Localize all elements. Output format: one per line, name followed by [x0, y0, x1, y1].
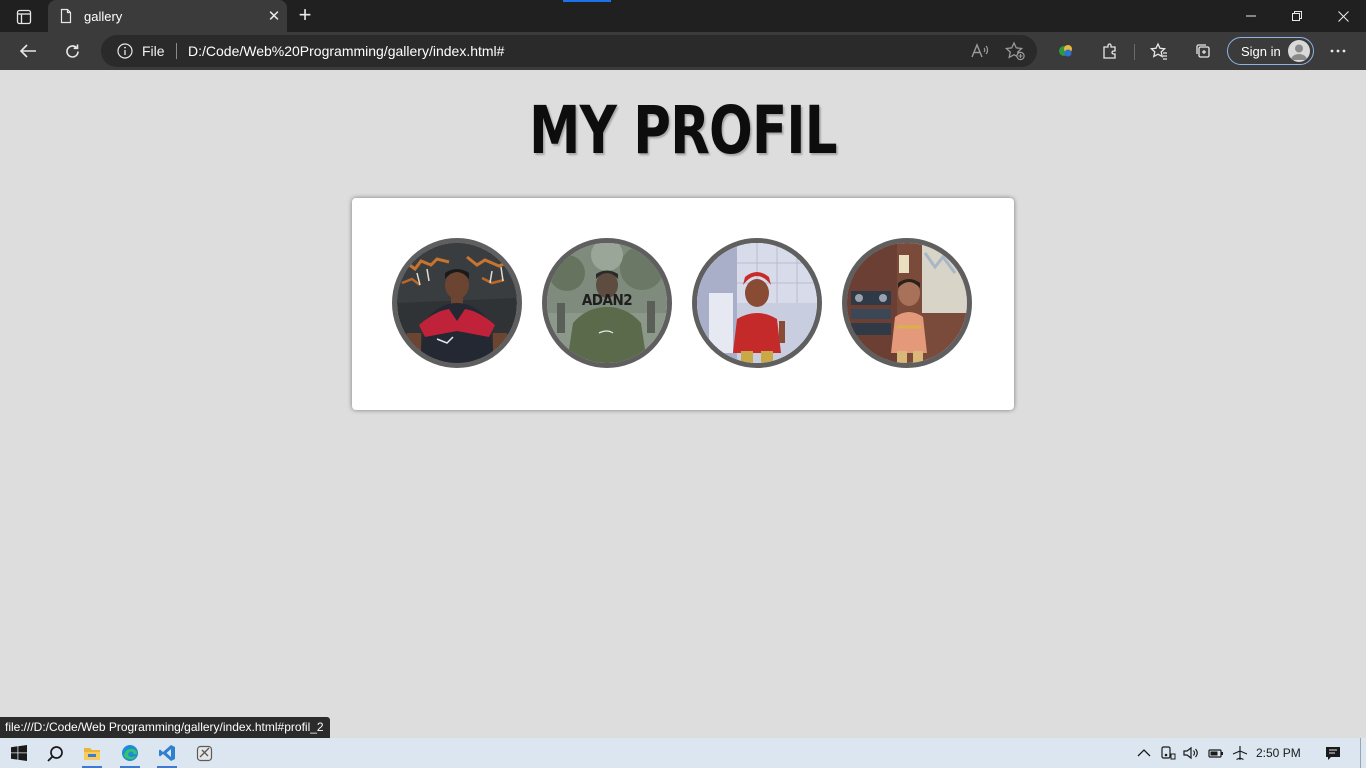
browser-title-bar: gallery ✕ +: [0, 0, 1366, 32]
extensions-button[interactable]: [1095, 36, 1125, 66]
photo-caption: ADAN2: [581, 291, 633, 309]
restore-icon: [1292, 11, 1302, 21]
file-explorer-button[interactable]: [73, 738, 111, 768]
profile-photo-2[interactable]: ADAN2: [542, 238, 672, 368]
top-accent-line: [563, 0, 611, 2]
browser-toolbar: File D:/Code/Web%20Programming/gallery/i…: [0, 32, 1366, 70]
more-icon: [1330, 49, 1346, 53]
close-window-button[interactable]: [1320, 0, 1366, 32]
avatar-icon: [1288, 40, 1310, 62]
profile-photo-3[interactable]: [692, 238, 822, 368]
url-text[interactable]: D:/Code/Web%20Programming/gallery/index.…: [188, 43, 504, 59]
back-button[interactable]: [13, 36, 43, 66]
address-separator: [176, 43, 177, 59]
profile-photo-1[interactable]: [392, 238, 522, 368]
add-favorite-icon[interactable]: [1004, 41, 1026, 61]
page-icon: [60, 8, 72, 24]
start-button[interactable]: [0, 738, 38, 768]
new-tab-button[interactable]: +: [292, 4, 318, 28]
tab-title: gallery: [84, 8, 123, 24]
tab-actions-button[interactable]: [10, 6, 38, 28]
extension-color-icon: [1059, 45, 1072, 57]
browser-essentials-button[interactable]: [1051, 36, 1081, 66]
airplane-mode-icon[interactable]: [1232, 745, 1248, 761]
favorites-button[interactable]: [1144, 36, 1174, 66]
minimize-button[interactable]: [1228, 0, 1274, 32]
page-title: MY PROFIL: [529, 92, 837, 169]
info-icon[interactable]: [117, 43, 133, 59]
toolbar-divider: [1134, 44, 1135, 60]
search-icon: [46, 745, 63, 762]
file-explorer-icon: [84, 748, 100, 760]
collections-icon: [1196, 44, 1210, 58]
windows-taskbar: 2:50 PM: [0, 738, 1366, 768]
minimize-icon: [1246, 15, 1256, 17]
tab-actions-icon: [16, 9, 32, 25]
start-icon: [11, 745, 27, 761]
sign-in-button[interactable]: Sign in: [1227, 37, 1314, 65]
refresh-icon: [65, 44, 79, 58]
close-tab-button[interactable]: ✕: [261, 3, 287, 29]
back-arrow-icon: [19, 44, 36, 58]
show-hidden-icons-chevron-icon[interactable]: [1136, 745, 1152, 761]
edge-icon: [122, 745, 138, 761]
edge-button[interactable]: [111, 738, 149, 768]
snipping-tool-button[interactable]: [185, 738, 223, 768]
close-icon: [1337, 10, 1349, 22]
volume-icon[interactable]: [1183, 745, 1199, 761]
battery-icon[interactable]: [1208, 745, 1224, 761]
vscode-icon: [159, 745, 175, 761]
taskbar-clock[interactable]: 2:50 PM: [1256, 746, 1301, 760]
settings-more-button[interactable]: [1323, 36, 1353, 66]
puzzle-icon: [1103, 43, 1116, 59]
notifications-icon[interactable]: [1325, 745, 1341, 761]
favorites-icon: [1150, 42, 1167, 60]
show-desktop-button[interactable]: [1360, 738, 1366, 768]
snipping-tool-icon: [196, 745, 212, 761]
vscode-button[interactable]: [148, 738, 186, 768]
site-scheme-label[interactable]: File: [142, 43, 165, 59]
refresh-button[interactable]: [57, 36, 87, 66]
profile-photo-4[interactable]: [842, 238, 972, 368]
collections-button[interactable]: [1188, 36, 1218, 66]
gallery-card: ADAN2: [352, 198, 1014, 410]
search-button[interactable]: [36, 738, 74, 768]
sign-in-label: Sign in: [1241, 43, 1281, 59]
address-bar[interactable]: File D:/Code/Web%20Programming/gallery/i…: [101, 35, 1037, 67]
restore-button[interactable]: [1274, 0, 1320, 32]
link-status-bubble: file:///D:/Code/Web Programming/gallery/…: [0, 717, 330, 738]
camera-icon[interactable]: [1160, 745, 1176, 761]
tab-gallery[interactable]: gallery ✕: [48, 0, 287, 32]
read-aloud-icon[interactable]: [969, 41, 991, 61]
